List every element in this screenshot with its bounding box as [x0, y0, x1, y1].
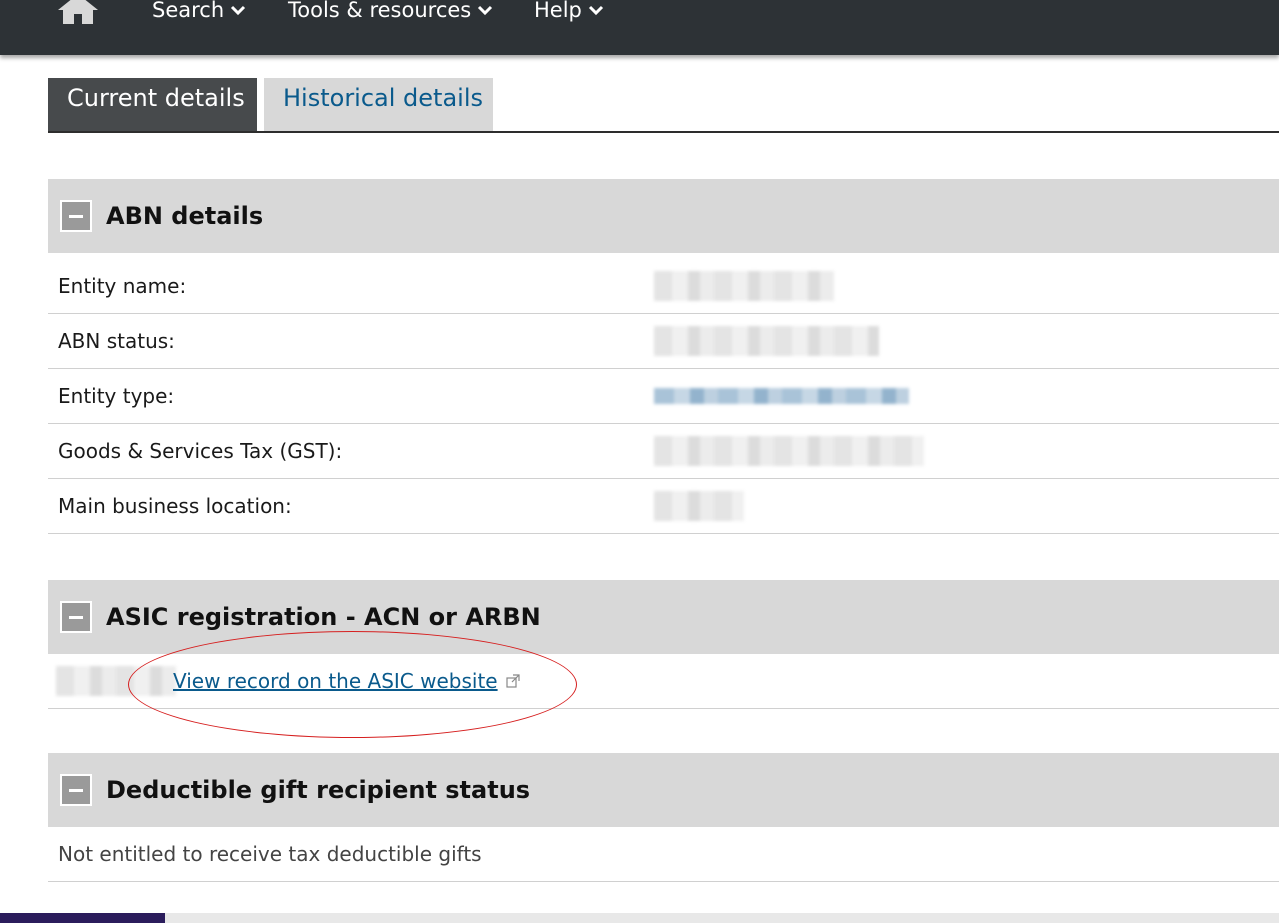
row-label: Entity name:: [58, 274, 187, 298]
top-nav-bar: Search Tools & resources Help: [0, 0, 1279, 55]
row-label: Main business location:: [58, 494, 292, 518]
redacted-value: [654, 271, 834, 301]
redacted-acn: [56, 666, 176, 696]
details-tabs: Current details Historical details: [48, 78, 1279, 133]
main-business-location-row: Main business location:: [48, 479, 1279, 534]
entity-name-row: Entity name:: [48, 259, 1279, 314]
chevron-down-icon: [478, 5, 493, 16]
dgr-status-text: Not entitled to receive tax deductible g…: [58, 842, 482, 866]
section-title: ASIC registration - ACN or ARBN: [106, 603, 541, 631]
section-title: ABN details: [106, 202, 264, 230]
nav-help-label: Help: [534, 0, 582, 22]
external-link-icon: [505, 674, 520, 688]
bottom-taskbar-strip: [0, 913, 1279, 923]
nav-tools-resources[interactable]: Tools & resources: [288, 0, 493, 25]
collapse-icon[interactable]: [60, 774, 92, 806]
tab-current-details[interactable]: Current details: [48, 78, 257, 131]
chevron-down-icon: [231, 5, 246, 16]
asic-website-link[interactable]: View record on the ASIC website: [173, 669, 520, 693]
home-icon[interactable]: [58, 0, 98, 24]
redacted-value: [654, 491, 744, 521]
nav-tools-label: Tools & resources: [288, 0, 472, 22]
row-label: Entity type:: [58, 384, 175, 408]
redacted-value: [654, 436, 924, 466]
redacted-value: [654, 326, 879, 356]
abn-status-row: ABN status:: [48, 314, 1279, 369]
collapse-icon[interactable]: [60, 200, 92, 232]
redacted-link-value[interactable]: [654, 388, 909, 404]
section-title: Deductible gift recipient status: [106, 776, 531, 804]
chevron-down-icon: [588, 5, 603, 16]
collapse-icon[interactable]: [60, 601, 92, 633]
tab-historical-details[interactable]: Historical details: [264, 78, 493, 131]
dgr-status-header: Deductible gift recipient status: [48, 753, 1279, 827]
asic-link-label: View record on the ASIC website: [173, 669, 498, 693]
row-label: ABN status:: [58, 329, 175, 353]
gst-row: Goods & Services Tax (GST):: [48, 424, 1279, 479]
nav-search-label: Search: [152, 0, 225, 22]
asic-registration-header: ASIC registration - ACN or ARBN: [48, 580, 1279, 654]
entity-type-row: Entity type:: [48, 369, 1279, 424]
row-label: Goods & Services Tax (GST):: [58, 439, 343, 463]
nav-search[interactable]: Search: [152, 0, 246, 25]
asic-record-row: View record on the ASIC website: [48, 654, 1279, 709]
abn-details-header: ABN details: [48, 179, 1279, 253]
dgr-status-row: Not entitled to receive tax deductible g…: [48, 827, 1279, 882]
nav-help[interactable]: Help: [534, 0, 604, 25]
